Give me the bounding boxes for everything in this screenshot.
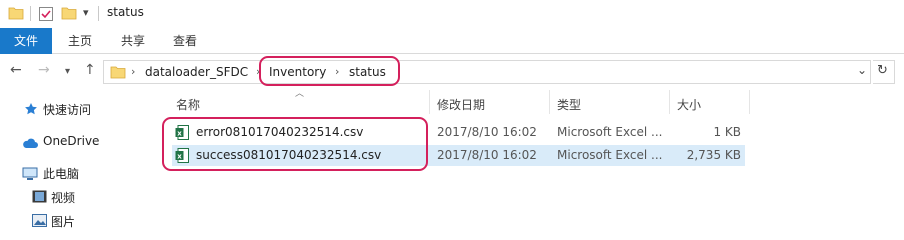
tab-view[interactable]: 查看 [162,28,208,54]
address-bar[interactable]: › dataloader_SFDC › Inventory › status [103,60,871,84]
video-icon [32,190,47,203]
window-title: status [107,5,144,19]
nav-videos[interactable]: 视频 [51,189,75,206]
column-header-size[interactable]: 大小 [677,96,701,113]
breadcrumb-dataloader[interactable]: dataloader_SFDC [145,65,248,79]
column-header-name[interactable]: 名称 [176,96,200,113]
forward-arrow-icon[interactable]: → [38,62,50,78]
customize-toolbar-dropdown-icon[interactable]: ▾ [83,6,89,19]
cloud-icon [23,138,38,148]
refresh-icon[interactable]: ↻ [877,63,888,78]
toolbar-separator [98,6,99,21]
ribbon: 文件 主页 共享 查看 [0,28,904,54]
recent-locations-chevron-icon[interactable]: ▾ [65,66,70,77]
file-date: 2017/8/10 16:02 [437,125,537,139]
back-arrow-icon[interactable]: ← [10,62,22,78]
file-type: Microsoft Excel ... [557,148,663,162]
file-type: Microsoft Excel ... [557,125,663,139]
title-bar: ▾ status [0,0,904,28]
pictures-icon [32,214,47,227]
column-divider[interactable] [669,90,670,114]
column-divider[interactable] [429,90,430,114]
new-folder-icon[interactable] [61,6,77,20]
toolbar-separator [30,6,31,21]
address-history-dropdown-icon[interactable]: ⌄ [857,63,867,77]
sort-ascending-icon: ︿ [295,89,305,99]
file-size: 1 KB [713,125,741,139]
folder-icon [8,7,24,20]
annotation-highlight-files [162,117,428,171]
nav-this-pc[interactable]: 此电脑 [43,165,79,182]
annotation-highlight-path [259,56,400,86]
up-arrow-icon[interactable]: ↑ [84,62,96,78]
tab-share[interactable]: 共享 [110,28,156,54]
nav-onedrive[interactable]: OneDrive [43,134,99,148]
file-size: 2,735 KB [686,148,741,162]
tab-home[interactable]: 主页 [57,28,103,54]
column-divider[interactable] [549,90,550,114]
column-header-date[interactable]: 修改日期 [437,96,485,113]
properties-icon[interactable] [38,6,54,22]
breadcrumb-chevron-icon[interactable]: › [131,65,135,78]
file-date: 2017/8/10 16:02 [437,148,537,162]
computer-icon [22,167,38,180]
tab-file[interactable]: 文件 [0,28,52,54]
nav-quick-access[interactable]: 快速访问 [43,101,91,118]
column-header-type[interactable]: 类型 [557,96,581,113]
nav-pictures[interactable]: 图片 [51,213,75,230]
folder-icon [110,66,126,79]
star-icon [25,103,37,115]
column-divider[interactable] [749,90,750,114]
